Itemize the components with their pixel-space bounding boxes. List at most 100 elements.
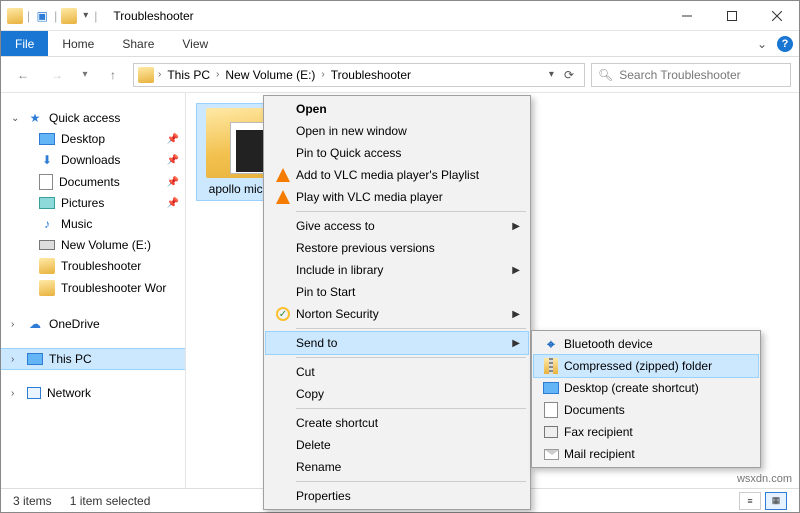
ctx-restore-versions[interactable]: Restore previous versions [266,237,528,259]
vlc-icon [276,190,290,204]
ctx-delete[interactable]: Delete [266,434,528,456]
qat-separator: | [54,9,57,23]
caret-icon: › [11,388,21,399]
search-box[interactable]: 🔍︎ Search Troubleshooter [591,63,791,87]
address-bar-row: ← → ▾ ↑ › This PC › New Volume (E:) › Tr… [1,57,799,93]
sendto-bluetooth[interactable]: ⌖Bluetooth device [534,333,758,355]
ctx-norton[interactable]: ✓Norton Security▶ [266,303,528,325]
crumb-label: New Volume (E:) [225,68,315,82]
grid-view-icon: ▦ [772,495,781,506]
nav-downloads[interactable]: ⬇Downloads📌 [1,149,185,171]
minimize-button[interactable] [664,1,709,31]
crumb-sep-icon: › [216,69,219,80]
view-details-button[interactable]: ≡ [739,492,761,510]
crumb-label: Troubleshooter [331,68,411,82]
ctx-vlc-playlist[interactable]: Add to VLC media player's Playlist [266,164,528,186]
watermark: wsxdn.com [737,473,792,485]
nav-pictures[interactable]: Pictures📌 [1,193,185,213]
ctx-pin-start[interactable]: Pin to Start [266,281,528,303]
file-tab[interactable]: File [1,31,48,56]
nav-pane: ⌄ ★ Quick access Desktop📌 ⬇Downloads📌 Docu… [1,93,186,488]
nav-network[interactable]: ›Network [1,383,185,403]
ctx-vlc-play[interactable]: Play with VLC media player [266,186,528,208]
status-item-count: 3 items [13,494,52,508]
submenu-arrow-icon: ▶ [512,338,520,349]
help-icon[interactable]: ? [777,36,793,52]
properties-icon[interactable]: ▣ [34,8,50,24]
ribbon-expand-icon[interactable]: ⌄ [757,37,767,51]
ctx-cut[interactable]: Cut [266,361,528,383]
nav-this-pc[interactable]: ›This PC [1,349,185,369]
sendto-compressed-zip[interactable]: Compressed (zipped) folder [534,355,758,377]
ctx-send-to[interactable]: Send to▶ [266,332,528,354]
download-icon: ⬇ [39,152,55,168]
search-placeholder: Search Troubleshooter [619,68,740,82]
ctx-open[interactable]: Open [266,98,528,120]
fax-icon [544,426,558,438]
nav-documents[interactable]: Documents📌 [1,171,185,193]
nav-recent-button[interactable]: ▾ [77,61,93,89]
nav-new-volume[interactable]: New Volume (E:) [1,235,185,255]
tab-view[interactable]: View [168,32,222,56]
crumb-troubleshooter[interactable]: Troubleshooter [329,68,413,82]
view-icons-button[interactable]: ▦ [765,492,787,510]
desktop-icon [543,382,559,394]
qat-overflow-icon[interactable]: ▾ [81,10,90,21]
sendto-fax[interactable]: Fax recipient [534,421,758,443]
nav-troubleshooter[interactable]: Troubleshooter [1,255,185,277]
cloud-icon: ☁ [27,316,43,332]
folder-icon[interactable] [61,8,77,24]
ctx-rename[interactable]: Rename [266,456,528,478]
chevron-down-icon: ▾ [82,69,87,80]
maximize-icon [727,11,737,21]
refresh-icon[interactable]: ⟳ [560,68,578,82]
send-to-submenu: ⌖Bluetooth device Compressed (zipped) fo… [531,330,761,468]
norton-icon: ✓ [276,307,290,321]
crumb-volume[interactable]: New Volume (E:) [223,68,317,82]
ctx-properties[interactable]: Properties [266,485,528,507]
sendto-mail[interactable]: Mail recipient [534,443,758,465]
ctx-copy[interactable]: Copy [266,383,528,405]
tab-home[interactable]: Home [48,32,108,56]
folder-icon [39,280,55,296]
zip-icon [544,358,558,374]
nav-label: Troubleshooter [61,259,141,273]
ctx-pin-quick-access[interactable]: Pin to Quick access [266,142,528,164]
documents-icon [39,174,53,190]
crumb-sep-icon: › [321,69,324,80]
nav-desktop[interactable]: Desktop📌 [1,129,185,149]
nav-label: Quick access [49,111,120,125]
star-icon: ★ [27,110,43,126]
crumb-this-pc[interactable]: This PC [165,68,212,82]
window-title: Troubleshooter [103,9,664,23]
music-icon: ♪ [39,216,55,232]
window-controls [664,1,799,31]
status-selected-count: 1 item selected [70,494,151,508]
address-bar[interactable]: › This PC › New Volume (E:) › Troublesho… [133,63,585,87]
nav-quick-access[interactable]: ⌄ ★ Quick access [1,107,185,129]
pin-icon: 📌 [167,134,179,145]
nav-onedrive[interactable]: ›☁OneDrive [1,313,185,335]
ctx-include-library[interactable]: Include in library▶ [266,259,528,281]
nav-forward-button[interactable]: → [43,61,71,89]
ctx-open-new-window[interactable]: Open in new window [266,120,528,142]
ribbon-help: ⌄ ? [757,36,793,52]
close-button[interactable] [754,1,799,31]
submenu-arrow-icon: ▶ [512,221,520,232]
address-dropdown-icon[interactable]: ▾ [545,69,558,80]
nav-troubleshooter-wor[interactable]: Troubleshooter Wor [1,277,185,299]
nav-up-button[interactable]: ↑ [99,61,127,89]
caret-icon: ⌄ [11,113,21,124]
nav-label: Music [61,217,92,231]
ctx-create-shortcut[interactable]: Create shortcut [266,412,528,434]
maximize-button[interactable] [709,1,754,31]
nav-label: This PC [49,352,92,366]
sendto-documents[interactable]: Documents [534,399,758,421]
nav-label: Documents [59,175,120,189]
list-view-icon: ≡ [747,496,752,506]
tab-share[interactable]: Share [108,32,168,56]
nav-music[interactable]: ♪ Music [1,213,185,235]
sendto-desktop-shortcut[interactable]: Desktop (create shortcut) [534,377,758,399]
nav-back-button[interactable]: ← [9,61,37,89]
ctx-give-access[interactable]: Give access to▶ [266,215,528,237]
